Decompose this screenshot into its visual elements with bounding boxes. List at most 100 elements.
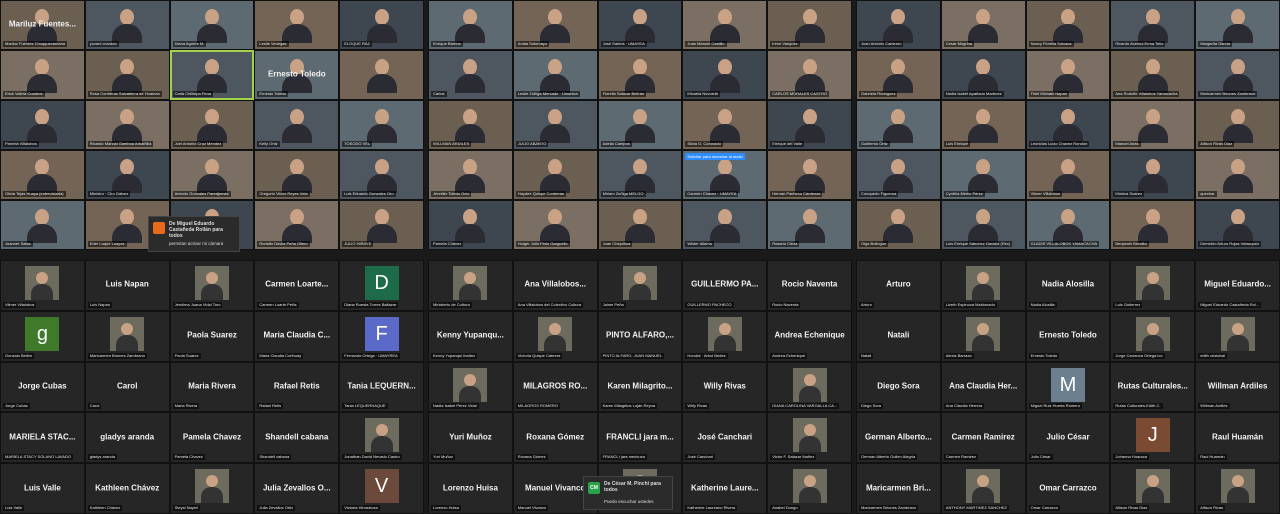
video-tile[interactable]: yovani cruzado	[84, 0, 170, 50]
audio-tile[interactable]: Lorenzo Huisa Lorenzo Huisa	[428, 463, 513, 514]
audio-tile[interactable]: Kenny Yupanqu... Kenny Yupanqui Ibañez	[428, 310, 513, 362]
audio-tile[interactable]: Victoria Quispe Cabrera	[512, 310, 598, 362]
video-tile[interactable]: Carlos	[428, 50, 513, 100]
video-tile[interactable]: Fidel Michael Napan	[1025, 50, 1111, 100]
audio-tile[interactable]: gladys aranda gladys aranda	[84, 412, 170, 464]
audio-tile[interactable]: Arturo Arturo	[856, 260, 941, 311]
video-tile[interactable]: Pamela Chávez	[428, 200, 513, 250]
audio-tile[interactable]: Miguel Eduardo... Miguel Eduardo Castañed…	[1195, 260, 1280, 311]
video-tile[interactable]: Joanner Salas	[0, 200, 85, 250]
video-tile[interactable]: Leslie Venegas	[254, 0, 340, 50]
video-tile[interactable]: ELOQUE RAZ	[339, 0, 424, 50]
audio-tile[interactable]: Allison Rivas Diaz	[1110, 463, 1196, 514]
audio-tile[interactable]: edith cristobal	[1195, 310, 1280, 362]
audio-tile[interactable]: Maricarmen Briones Zambrano	[84, 310, 170, 362]
video-tile[interactable]: Carla Chilimpo Fima	[169, 50, 255, 100]
audio-tile[interactable]: M Miguel Ruiz Huerta Romero	[1025, 361, 1111, 413]
video-tile[interactable]: Manuel Arias	[1110, 100, 1196, 150]
audio-tile[interactable]: Rocio Naventa Rocio Naventa	[767, 260, 852, 311]
audio-tile[interactable]: Rafael Retis Rafael Retis	[254, 361, 340, 413]
audio-tile[interactable]: Raul Huamán Raul Huamán	[1195, 412, 1280, 464]
video-tile[interactable]: Margarita Garcia	[1195, 0, 1280, 50]
video-tile[interactable]: Wilder Allama	[682, 200, 768, 250]
audio-tile[interactable]: Jaime Peña	[597, 260, 683, 311]
video-tile[interactable]: Erick Valera Cuadros	[0, 50, 85, 100]
video-tile[interactable]: Gregorio Victor Reyes Vela	[254, 150, 340, 200]
video-tile[interactable]: Nancy Fiorella Solvaca	[1025, 0, 1111, 50]
audio-tile[interactable]: Yuri Muñoz Yuri Muñoz	[428, 412, 513, 464]
video-tile[interactable]: Ministro · Ciro Gálvez	[84, 150, 170, 200]
video-tile[interactable]: Luis Enrique	[940, 100, 1026, 150]
audio-tile[interactable]: Ernesto Toledo Ernesto Toledo	[1025, 310, 1111, 362]
audio-tile[interactable]: José Canchari José Canchari	[682, 412, 768, 464]
audio-tile[interactable]: Victor F. Salazar Ibañez	[767, 412, 852, 464]
audio-tile[interactable]: g Gonzalo Bellim	[0, 310, 85, 362]
video-tile[interactable]: quechar	[1195, 150, 1280, 200]
audio-tile[interactable]: Julio César Julio César	[1025, 412, 1111, 464]
audio-tile[interactable]: Jonathan David Nevado Castro	[339, 412, 424, 464]
audio-tile[interactable]: Nadia Alosilla Nadia Alosilla	[1025, 260, 1111, 311]
video-tile[interactable]: Juan Chiquihua	[597, 200, 683, 250]
video-tile[interactable]: Luis Enrique Sánchez Gavidia (Rec)	[940, 200, 1026, 250]
audio-tile[interactable]: Allison Rivas	[1195, 463, 1280, 514]
video-tile[interactable]: Allison Rivas Diaz	[1195, 100, 1280, 150]
video-tile[interactable]: Luis Eduardo Gonzales Oro	[339, 150, 424, 200]
video-tile[interactable]: Olga Bulingue	[856, 200, 941, 250]
video-tile[interactable]	[339, 50, 424, 100]
video-tile[interactable]: Kelly Ortiz	[254, 100, 340, 150]
audio-tile[interactable]: Carol Carol	[84, 361, 170, 413]
video-tile[interactable]: Leonidas Lucio Chavez Rondon	[1025, 100, 1111, 150]
video-tile[interactable]: Diana Aguirre M.	[169, 0, 255, 50]
video-tile[interactable]: Miriam Zuñiga MELGO	[597, 150, 683, 200]
video-tile[interactable]: Ricardo Acemul Erma Tello	[1110, 0, 1196, 50]
chat-notification[interactable]: De Miguel Eduardo Castañeda Rollán para …	[148, 216, 240, 252]
audio-tile[interactable]: Maria Claudia C... Maria Claudia Corihuay	[254, 310, 340, 362]
audio-tile[interactable]: Lizeth Espinoza Maldonado	[940, 260, 1026, 311]
audio-tile[interactable]: PINTO ALFARO,... PINTO ALFARO, JUAN MANUE…	[597, 310, 683, 362]
audio-tile[interactable]: Shandell cabana Shandell cabana	[254, 412, 340, 464]
audio-tile[interactable]: J Johanna Huaraca	[1110, 412, 1196, 464]
video-tile[interactable]: Antonio Gonzales Paredjemás	[169, 150, 255, 200]
audio-tile[interactable]: Ana Claudia Her... Ana Claudia Herrera	[940, 361, 1026, 413]
audio-tile[interactable]: Roxana Gómez Roxana Gómez	[512, 412, 598, 464]
video-tile[interactable]: Nadia Isabel Apañado Martínez	[940, 50, 1026, 100]
audio-tile[interactable]: Jorge Carranza Ortega ico	[1110, 310, 1196, 362]
audio-tile[interactable]: F Fernando Ortega · UMAYREA	[339, 310, 424, 362]
video-tile[interactable]: Guillermo Ortiz	[856, 100, 941, 150]
video-tile[interactable]: Leslie Zúñiga Mercado · Umanica	[512, 50, 598, 100]
audio-tile[interactable]: MILAGROS RO... MILAGROS ROMERO	[512, 361, 598, 413]
audio-tile[interactable]: Jorge Cubas Jorge Cubas	[0, 361, 85, 413]
video-tile[interactable]: GLADIS VILLALOBOS YAMACACHA	[1025, 200, 1111, 250]
video-tile[interactable]: Rodolfo Davila Peña Ollero	[254, 200, 340, 250]
audio-tile[interactable]: Carmen Loarte... Carmen Loarte Peña	[254, 260, 340, 311]
video-tile[interactable]: Rosario Cieza	[767, 200, 852, 250]
audio-tile[interactable]: Natali Natali	[856, 310, 941, 362]
audio-tile[interactable]: Steysi Nayeli	[169, 463, 255, 514]
video-tile[interactable]: Adelia Campos	[597, 100, 683, 150]
audio-tile[interactable]: MARIELA STAC... MARIELA STACY SOLANO LAVA…	[0, 412, 85, 464]
video-tile[interactable]: WILLMAN ARDILES	[428, 100, 513, 150]
audio-tile[interactable]: Paola Suarez Paola Suarez	[169, 310, 255, 362]
video-tile[interactable]: JULIO ABANTO	[512, 100, 598, 150]
video-tile[interactable]: Haydee Quispe Contreras	[512, 150, 598, 200]
video-tile[interactable]: Conquedo Figueroa	[856, 150, 941, 200]
audio-tile[interactable]: FRANCLI jara m... FRANCLI jara mechuza	[597, 412, 683, 464]
chat-notification[interactable]: CM De César M. Pinchi para todos Puedo esc…	[583, 476, 673, 510]
video-tile[interactable]: Mariluz Fuentes... Mariluz Fuentes Choqqu…	[0, 0, 85, 50]
video-tile[interactable]: Ernesto Toledo Ernesto Toledo	[254, 50, 340, 100]
audio-tile[interactable]: Alexis Barraza	[940, 310, 1026, 362]
video-tile[interactable]: Demetrio Arturo Rojas Velasquez	[1195, 200, 1280, 250]
audio-tile[interactable]: Willy Rivas Willy Rivas	[682, 361, 768, 413]
video-tile[interactable]: Joel Antonio Cruz Mendez	[169, 100, 255, 150]
video-tile[interactable]: Holger Julio Pinto Garguello	[512, 200, 598, 250]
video-tile[interactable]: Enrique del Valle	[767, 100, 852, 150]
audio-tile[interactable]: Julia Zevallos O... Julia Zevallos Ortiz	[254, 463, 340, 514]
video-tile[interactable]: Maricarmen Briones Zambrano	[1195, 50, 1280, 100]
audio-tile[interactable]: Kathleen Chávez Kathleen Chávez	[84, 463, 170, 514]
video-tile[interactable]: Cesar Mogrina	[940, 0, 1026, 50]
video-tile[interactable]: Gabriela Rodriguez	[856, 50, 941, 100]
audio-tile[interactable]: V Victoria Hinostroza	[339, 463, 424, 514]
audio-tile[interactable]: Jerolima Juana Vidal Toro	[169, 260, 255, 311]
video-tile[interactable]: Cynthia Merlin Pérez	[940, 150, 1026, 200]
video-tile[interactable]: Juan Antonio Calderón	[856, 0, 941, 50]
